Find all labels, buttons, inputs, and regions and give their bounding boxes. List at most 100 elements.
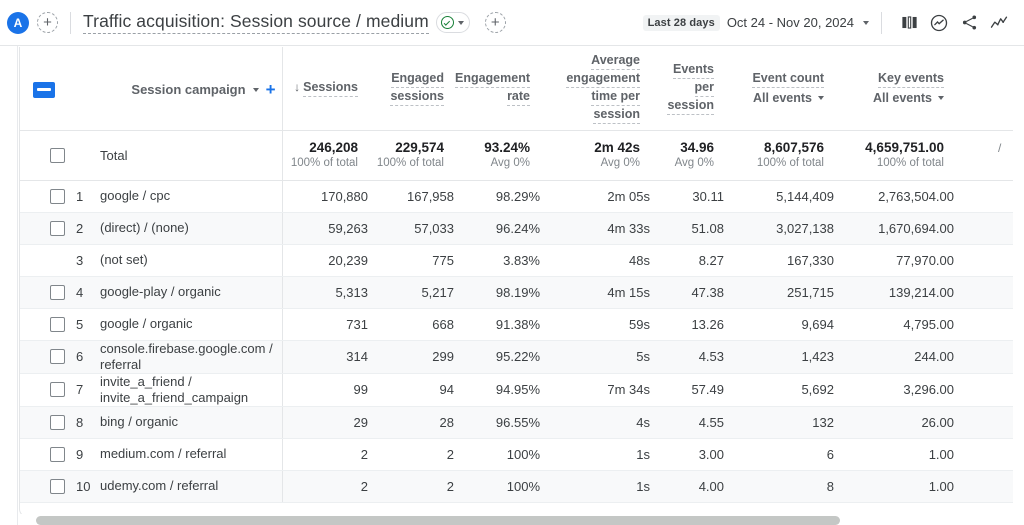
row-avg-engagement-time: 48s [540, 244, 650, 277]
table-row[interactable]: 4 google-play / organic 5,313 5,217 98.19% 4m… [20, 276, 1013, 309]
row-engagement-rate: 96.24% [454, 212, 540, 245]
total-time: 2m 42s Avg 0% [540, 130, 650, 181]
row-checkbox-cell[interactable] [20, 340, 76, 374]
select-all-checkbox[interactable] [50, 147, 65, 163]
total-label: Total [100, 130, 282, 181]
row-checkbox-cell[interactable] [20, 276, 76, 309]
row-engagement-rate: 96.55% [454, 406, 540, 439]
row-checkbox-cell[interactable] [20, 438, 76, 471]
row-checkbox[interactable] [50, 382, 65, 397]
add-comparison-button[interactable]: + [37, 12, 58, 33]
row-checkbox[interactable] [50, 414, 65, 430]
dimension-label[interactable]: Session campaign [131, 82, 245, 97]
row-dimension[interactable]: google / cpc [100, 180, 282, 213]
event-count-chevron-down-icon[interactable] [818, 96, 824, 101]
total-sessions-sub: 100% of total [290, 156, 358, 169]
table-row[interactable]: 2 (direct) / (none) 59,263 57,033 96.24% 4m 3… [20, 212, 1013, 245]
share-icon[interactable] [954, 8, 984, 38]
avatar[interactable]: A [7, 11, 29, 34]
date-range-label[interactable]: Oct 24 - Nov 20, 2024 [727, 15, 854, 30]
row-engagement-rate: 98.19% [454, 276, 540, 309]
chevron-down-icon [457, 20, 464, 25]
header-events-per-session[interactable]: Events per session [650, 47, 724, 131]
row-dimension[interactable]: udemy.com / referral [100, 470, 282, 503]
header-engaged-sessions[interactable]: Engaged sessions [368, 47, 454, 131]
add-filter-button[interactable]: + [484, 12, 506, 33]
row-events-per-session: 3.00 [650, 438, 724, 471]
total-checkbox-cell[interactable] [20, 130, 76, 181]
traffic-acquisition-table: Session campaign + ↓ Sessions Engaged ses… [20, 47, 1013, 503]
row-engaged-sessions: 57,033 [368, 212, 454, 245]
header-label: Events [673, 61, 714, 80]
row-engaged-sessions: 5,217 [368, 276, 454, 309]
table-row[interactable]: 10 udemy.com / referral 2 2 100% 1s 4.00 8 1.00 [20, 470, 1013, 503]
row-checkbox-cell[interactable] [20, 470, 76, 503]
header-engagement-rate[interactable]: Engagement rate [454, 47, 540, 131]
row-engaged-sessions: 94 [368, 373, 454, 407]
date-chevron-down-icon[interactable] [863, 20, 869, 25]
title-group: Traffic acquisition: Session source / me… [83, 11, 506, 34]
trend-icon[interactable] [984, 8, 1014, 38]
row-overflow [954, 438, 1013, 471]
table-row[interactable]: 8 bing / organic 29 28 96.55% 4s 4.55 132 26.00 [20, 406, 1013, 439]
row-avg-engagement-time: 1s [540, 470, 650, 503]
data-quality-chip[interactable] [435, 12, 470, 33]
row-engaged-sessions: 775 [368, 244, 454, 277]
row-key-events: 1.00 [834, 438, 954, 471]
row-overflow [954, 308, 1013, 341]
row-checkbox-cell[interactable] [20, 406, 76, 439]
row-rank: 8 [76, 406, 100, 439]
total-engaged-sub: 100% of total [376, 156, 444, 169]
row-key-events: 26.00 [834, 406, 954, 439]
table-row[interactable]: 9 medium.com / referral 2 2 100% 1s 3.00 6 1.00 [20, 438, 1013, 471]
row-dimension[interactable]: (direct) / (none) [100, 212, 282, 245]
row-engaged-sessions: 2 [368, 470, 454, 503]
row-checkbox[interactable] [50, 446, 65, 462]
table-row[interactable]: 6 console.firebase.google.com / referral 3… [20, 340, 1013, 374]
row-rank: 1 [76, 180, 100, 213]
row-dimension[interactable]: invite_a_friend / invite_a_friend_campai… [100, 373, 282, 407]
header-label: engagement [566, 70, 640, 89]
row-dimension[interactable]: medium.com / referral [100, 438, 282, 471]
header-overflow [954, 47, 1013, 131]
key-events-chevron-down-icon[interactable] [938, 96, 944, 101]
add-dimension-button[interactable]: + [266, 81, 276, 98]
row-event-count: 5,692 [724, 373, 834, 407]
row-checkbox[interactable] [50, 316, 65, 332]
row-engaged-sessions: 167,958 [368, 180, 454, 213]
event-count-filter-label[interactable]: All events [753, 90, 812, 106]
row-avg-engagement-time: 4s [540, 406, 650, 439]
compare-icon[interactable] [894, 8, 924, 38]
date-preset-chip: Last 28 days [642, 14, 720, 31]
row-dimension[interactable]: google / organic [100, 308, 282, 341]
top-bar-actions: Last 28 days Oct 24 - Nov 20, 2024 [642, 8, 1024, 38]
row-dimension[interactable]: (not set) [100, 244, 282, 277]
row-sessions: 314 [281, 340, 368, 374]
row-checkbox-cell[interactable] [20, 373, 76, 407]
row-dimension[interactable]: bing / organic [100, 406, 282, 439]
row-checkbox[interactable] [50, 220, 65, 236]
row-checkbox-cell[interactable] [20, 308, 76, 341]
table-row[interactable]: 5 google / organic 731 668 91.38% 59s 13.26 9,6… [20, 308, 1013, 341]
header-key-events[interactable]: Key events All events [834, 47, 954, 131]
dimension-collapse-icon[interactable] [33, 81, 55, 98]
row-checkbox[interactable] [50, 478, 65, 494]
dimension-chevron-down-icon[interactable] [252, 87, 259, 92]
header-label: time per [591, 88, 640, 107]
horizontal-scrollbar-thumb[interactable] [36, 516, 840, 525]
row-checkbox[interactable] [50, 284, 65, 300]
header-avg-engagement-time[interactable]: Average engagement time per session [540, 47, 650, 131]
row-checkbox-cell[interactable] [20, 212, 76, 245]
row-dimension[interactable]: console.firebase.google.com / referral [100, 340, 282, 374]
table-row[interactable]: 3 (not set) 20,239 775 3.83% 48s 8.27 167,330 77… [20, 244, 1013, 277]
insights-icon[interactable] [924, 8, 954, 38]
row-checkbox[interactable] [50, 188, 65, 204]
header-sessions[interactable]: ↓ Sessions [281, 47, 368, 131]
row-checkbox-cell[interactable] [20, 180, 76, 213]
row-checkbox[interactable] [50, 349, 65, 364]
table-row[interactable]: 1 google / cpc 170,880 167,958 98.29% 2m 05s 3… [20, 180, 1013, 213]
row-dimension[interactable]: google-play / organic [100, 276, 282, 309]
header-event-count[interactable]: Event count All events [724, 47, 834, 131]
table-row[interactable]: 7 invite_a_friend / invite_a_friend_campa… [20, 373, 1013, 407]
key-events-filter-label[interactable]: All events [873, 90, 932, 106]
